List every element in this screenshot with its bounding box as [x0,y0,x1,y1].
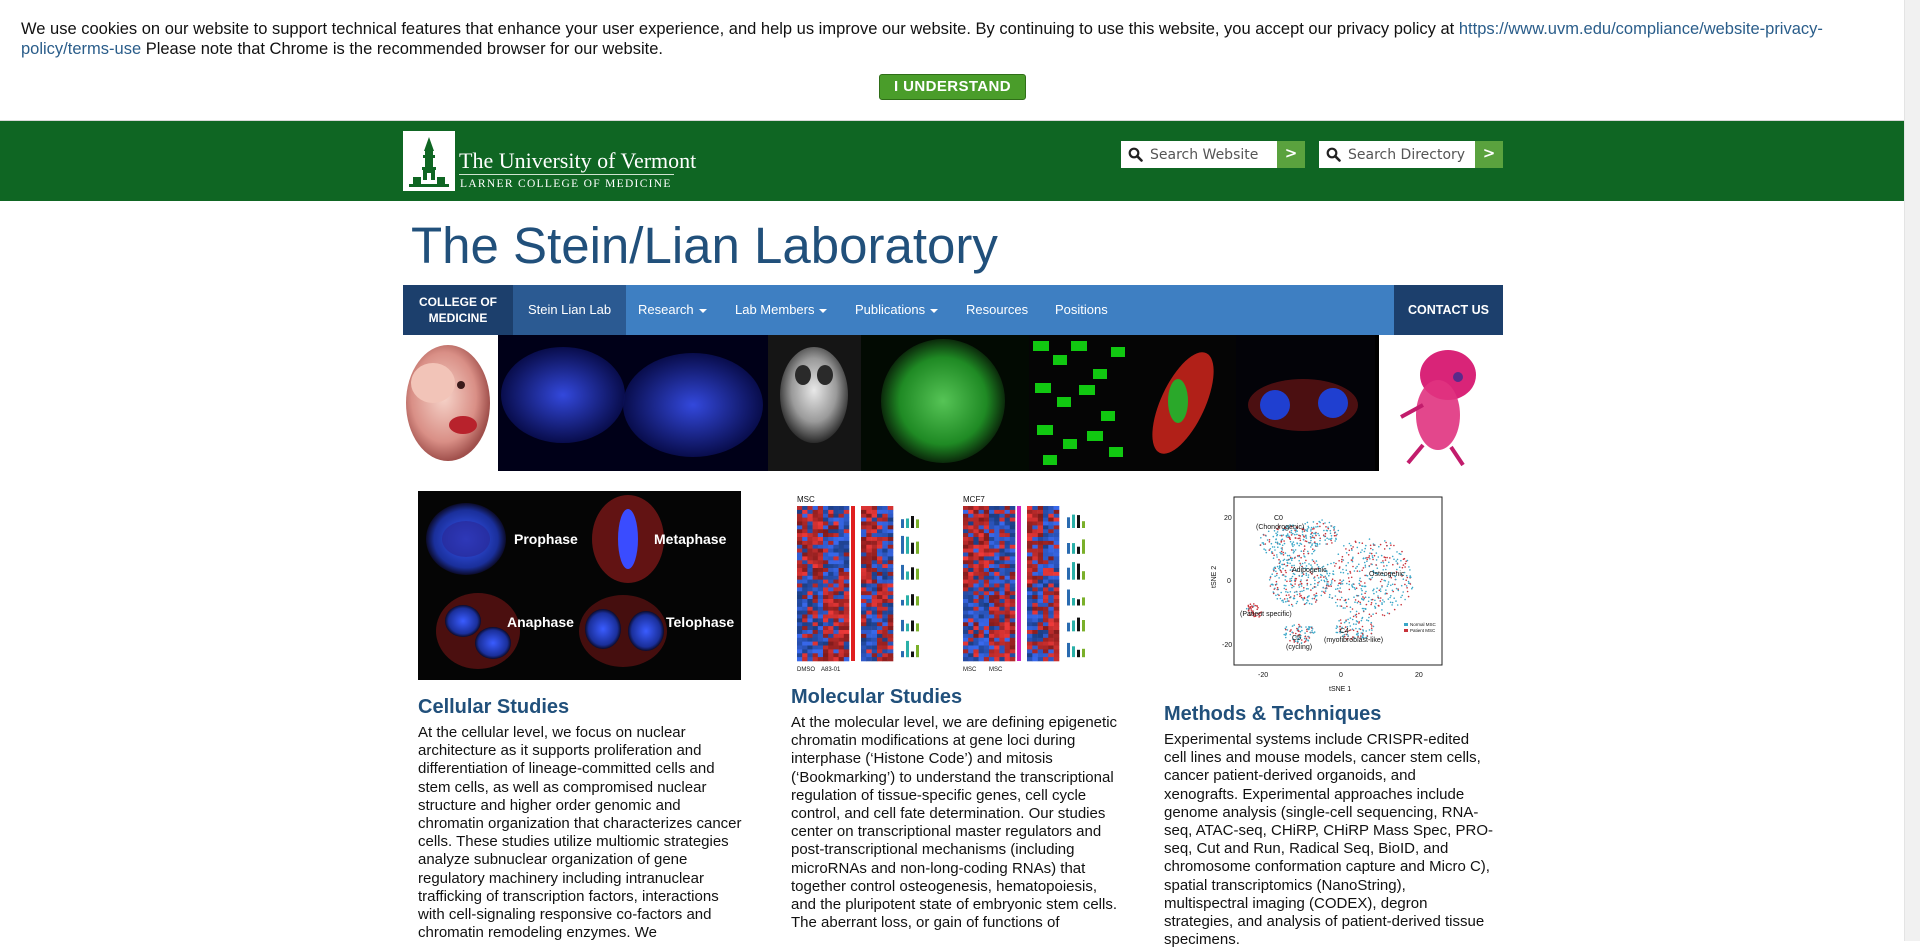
uvm-logo[interactable]: The University of Vermont LARNER COLLEGE… [403,131,696,191]
msc-bottom-label-1: MSC [963,667,977,673]
legend-normal-swatch [1404,623,1408,626]
molecular-studies-text: At the molecular level, we are defining … [791,714,1118,932]
x-tick-neg20: -20 [1258,672,1268,679]
site-title[interactable]: The Stein/Lian Laboratory [411,216,998,276]
tsne-plot-figure: C0 (Chondrogenic) Adipogenic Osteogenic … [1204,493,1454,696]
cellular-studies-title[interactable]: Cellular Studies [418,696,569,719]
heatmap-figure: MSC MCF7 DMSO A83-01 MSC MSC [791,492,1116,674]
search-website-group: > [1121,141,1305,168]
page-scrollbar[interactable] [1904,0,1920,941]
dmso-label: DMSO [797,667,815,673]
college-name: LARNER COLLEGE OF MEDICINE [460,178,672,190]
molecular-studies-title[interactable]: Molecular Studies [791,686,962,709]
y-tick-neg20: -20 [1222,642,1232,649]
search-icon [1326,147,1341,162]
nav-stein-lian-lab[interactable]: Stein Lian Lab [513,285,626,335]
tsne-x-axis-label: tSNE 1 [1329,686,1351,693]
search-website-submit-button[interactable]: > [1277,141,1305,168]
lab-research-banner [403,335,1494,471]
tsne-y-axis-label: tSNE 2 [1211,566,1218,588]
caret-down-icon [930,308,939,313]
cluster-label-chondrogenic: (Chondrogenic) [1256,524,1304,531]
y-tick-20: 20 [1224,515,1232,522]
mcf7-heatmap-label: MCF7 [963,495,985,504]
y-tick-0: 0 [1227,578,1231,585]
search-directory-input[interactable] [1348,141,1472,168]
prophase-label: Prophase [514,531,578,547]
caret-down-icon [819,308,828,313]
nav-college-label: COLLEGE OF MEDICINE [419,295,497,325]
metaphase-label: Metaphase [654,531,727,547]
cluster-label-c5: C5 [1292,635,1301,642]
nav-publications-label: Publications [855,302,926,317]
search-icon [1128,147,1143,162]
logo-divider [459,174,674,175]
nav-positions[interactable]: Positions [1055,285,1108,335]
mitosis-phases-image: Prophase Metaphase Anaphase Telophase [418,491,741,680]
legend-patient-swatch [1404,629,1408,632]
telophase-label: Telophase [666,614,734,630]
university-name: The University of Vermont [459,148,697,173]
search-directory-submit-button[interactable]: > [1475,141,1503,168]
msc-bottom-label-2: MSC [989,667,1003,673]
nav-lab-members-label: Lab Members [735,302,815,317]
header-bar [0,121,1904,201]
cookie-banner: We use cookies on our website to support… [0,0,1904,121]
search-directory-box [1319,141,1475,168]
legend-normal-msc: Normal MSC [1410,622,1437,627]
x-tick-0: 0 [1339,672,1343,679]
methods-techniques-text: Experimental systems include CRISPR-edit… [1164,731,1493,949]
cluster-label-osteogenic: Osteogenic [1369,571,1405,578]
search-website-box [1121,141,1277,168]
search-directory-group: > [1319,141,1503,168]
cookie-message: We use cookies on our website to support… [21,20,1891,59]
nav-lab-members[interactable]: Lab Members [735,285,828,335]
nav-resources[interactable]: Resources [966,285,1028,335]
cookie-message-browser-note: Please note that Chrome is the recommend… [141,39,663,58]
tower-logo-mark [403,131,455,191]
caret-down-icon [698,308,707,313]
nav-research[interactable]: Research [638,285,707,335]
nav-publications[interactable]: Publications [855,285,939,335]
anaphase-label: Anaphase [507,614,574,630]
nav-research-label: Research [638,302,694,317]
cellular-studies-text: At the cellular level, we focus on nucle… [418,724,742,942]
methods-techniques-title[interactable]: Methods & Techniques [1164,703,1381,726]
a83-01-label: A83-01 [821,667,841,673]
msc-heatmap-label: MSC [797,495,815,504]
cluster-label-c4: C4 [1340,628,1349,635]
i-understand-button[interactable]: I UNDERSTAND [879,74,1026,100]
main-nav: COLLEGE OF MEDICINE Stein Lian Lab Resea… [403,285,1503,335]
legend-patient-msc: Patient MSC [1410,628,1436,633]
search-website-input[interactable] [1150,141,1274,168]
nav-college-of-medicine[interactable]: COLLEGE OF MEDICINE [403,285,513,335]
x-tick-20: 20 [1415,672,1423,679]
cluster-label-myofibroblast: (myofibroblast-like) [1324,637,1383,644]
cluster-label-patient-specific: (Patient specific) [1240,611,1292,618]
cluster-label-adipogenic: Adipogenic [1292,567,1327,574]
cluster-label-c0: C0 [1274,515,1283,522]
contact-us-button[interactable]: CONTACT US [1394,285,1503,335]
cluster-label-cycling: (cycling) [1286,644,1312,651]
cookie-message-text: We use cookies on our website to support… [21,20,1455,38]
